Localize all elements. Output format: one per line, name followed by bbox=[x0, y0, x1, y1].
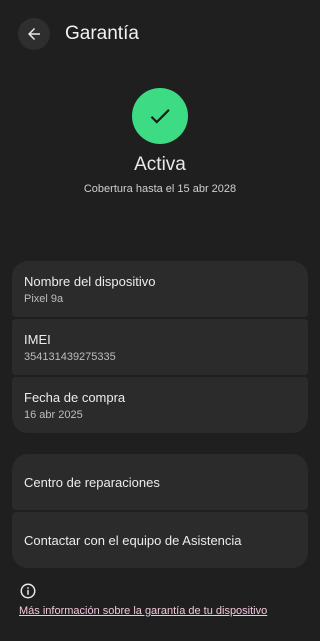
imei-value: 354131439275335 bbox=[24, 350, 116, 363]
warranty-status: Activa Cobertura hasta el 15 abr 2028 bbox=[0, 88, 320, 195]
imei-label: IMEI bbox=[24, 331, 51, 347]
check-icon bbox=[150, 109, 170, 124]
status-label: Activa bbox=[134, 154, 186, 175]
more-info-link[interactable]: Más información sobre la garantía de tu … bbox=[19, 605, 267, 617]
repair-center-label: Centro de reparaciones bbox=[24, 474, 160, 490]
coverage-text: Cobertura hasta el 15 abr 2028 bbox=[83, 183, 237, 195]
actions-group: Centro de reparaciones Contactar con el … bbox=[12, 454, 308, 568]
purchase-date-row: Fecha de compra 16 abr 2025 bbox=[12, 377, 308, 433]
device-info-group: Nombre del dispositivo Pixel 9a IMEI 354… bbox=[12, 261, 308, 433]
status-badge bbox=[132, 88, 188, 144]
repair-center-button[interactable]: Centro de reparaciones bbox=[12, 454, 308, 510]
contact-support-label: Contactar con el equipo de Asistencia bbox=[24, 532, 242, 548]
device-name-label: Nombre del dispositivo bbox=[24, 273, 156, 289]
info-icon bbox=[20, 583, 36, 599]
device-name-value: Pixel 9a bbox=[24, 292, 64, 305]
device-name-row: Nombre del dispositivo Pixel 9a bbox=[12, 261, 308, 317]
purchase-date-label: Fecha de compra bbox=[24, 389, 126, 405]
app-bar: Garantía bbox=[0, 14, 320, 54]
page-title: Garantía bbox=[65, 23, 139, 44]
arrow-back-icon bbox=[28, 28, 40, 40]
back-button[interactable] bbox=[18, 18, 50, 50]
contact-support-button[interactable]: Contactar con el equipo de Asistencia bbox=[12, 512, 308, 568]
purchase-date-value: 16 abr 2025 bbox=[24, 408, 83, 421]
imei-row: IMEI 354131439275335 bbox=[12, 319, 308, 375]
